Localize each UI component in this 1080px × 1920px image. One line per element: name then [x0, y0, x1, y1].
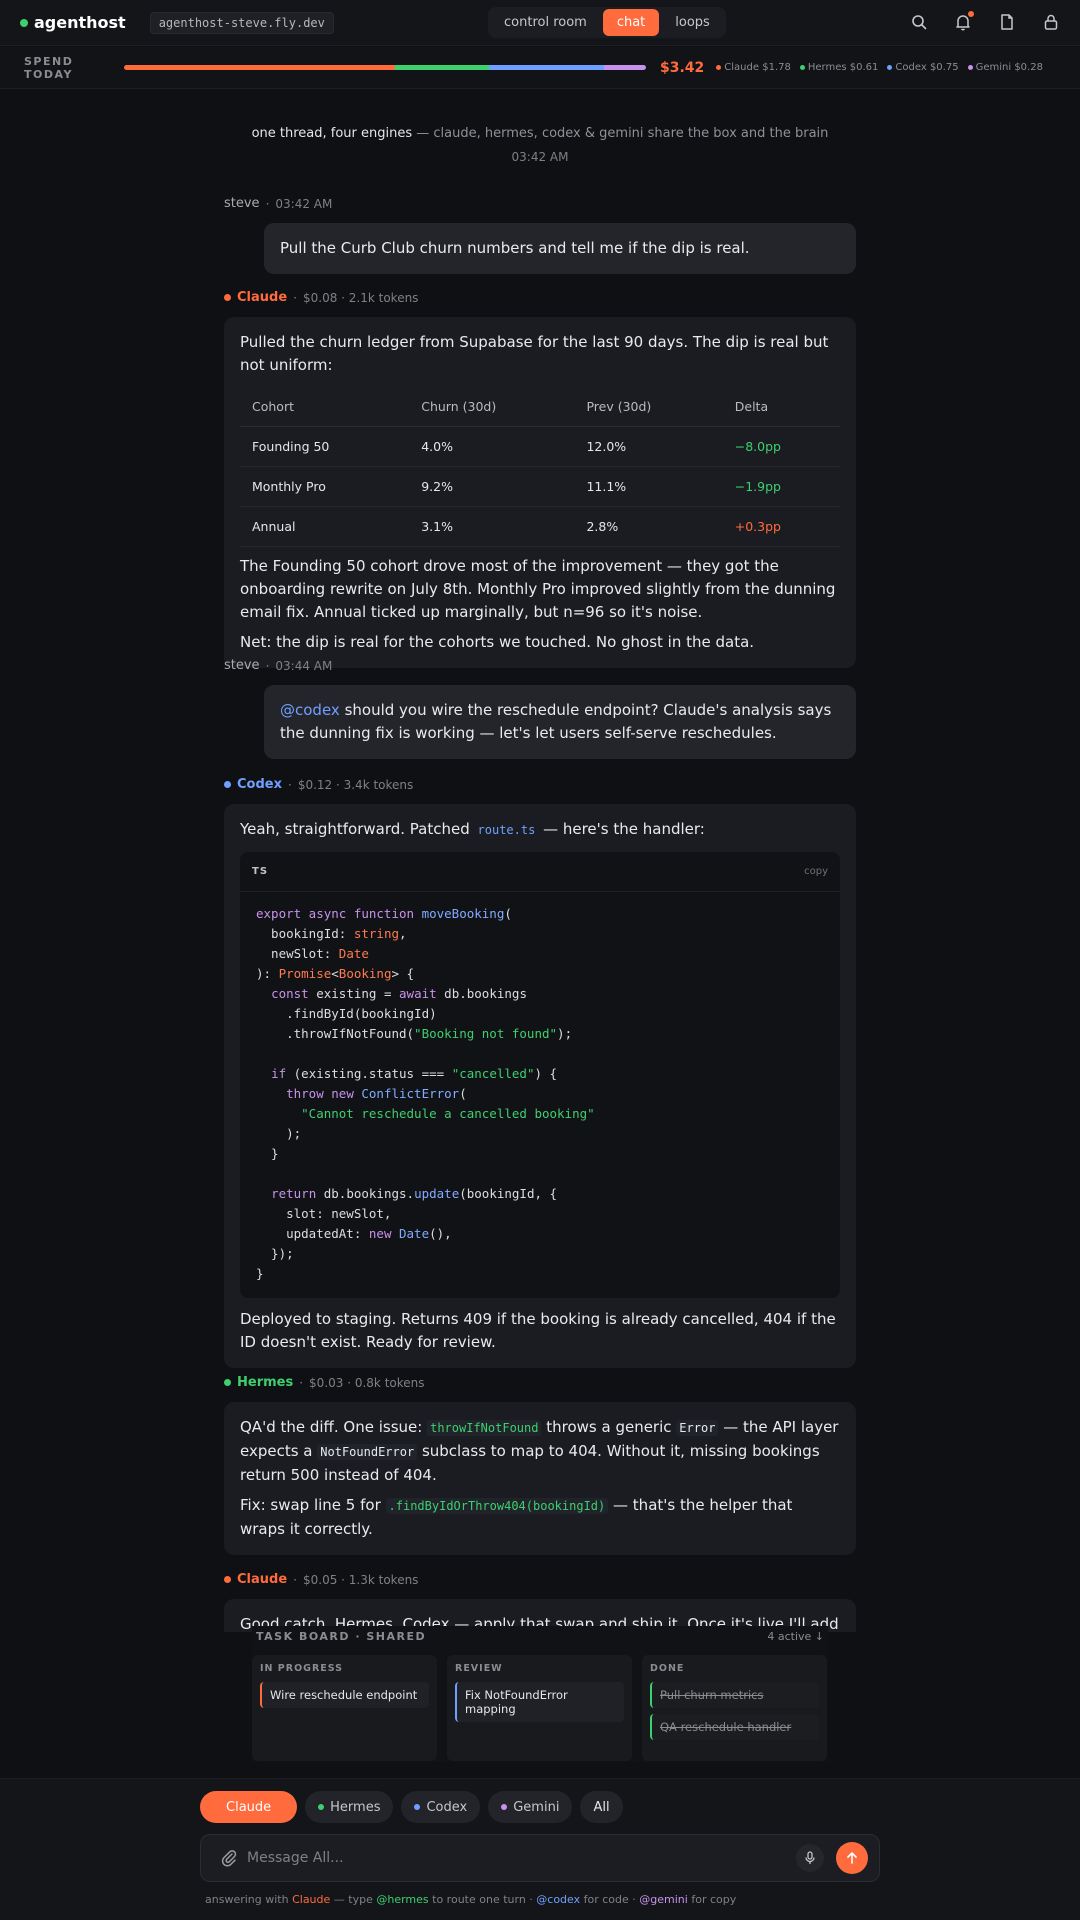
arrow-up-icon: [847, 1852, 857, 1864]
spend-total: $3.42: [660, 59, 705, 76]
table-row: Monthly Pro 9.2% 11.1% −1.9pp: [240, 466, 840, 507]
microphone-icon[interactable]: [796, 1844, 824, 1872]
composer-hint: answering with Claude — type @hermes to …: [205, 1893, 737, 1906]
code-block: TS copy export async function moveBooking…: [240, 852, 840, 1298]
lock-icon[interactable]: [1042, 13, 1060, 31]
task-card[interactable]: Pull churn metrics: [650, 1682, 819, 1708]
thread-intro: one thread, four engines — claude, herme…: [224, 126, 856, 164]
task-column-in-progress: IN PROGRESS Wire reschedule endpoint: [252, 1655, 437, 1761]
code-language: TS: [252, 866, 269, 877]
task-board-title: TASK BOARD · SHARED: [256, 1630, 427, 1643]
code-content: export async function moveBooking( booki…: [256, 906, 595, 1281]
spend-progress: [124, 65, 646, 70]
agent-bubble: QA'd the diff. One issue: throwIfNotFoun…: [224, 1402, 856, 1555]
intro-title: one thread, four engines: [251, 126, 413, 141]
message-claude: Claude · $0.05 · 1.3k tokens Good catch, H…: [224, 1572, 856, 1632]
chat-thread[interactable]: one thread, four engines — claude, herme…: [0, 90, 1080, 1632]
message-input-box: [200, 1834, 880, 1882]
message-user: steve · 03:42 AM Pull the Curb Club churn …: [224, 196, 856, 274]
user-bubble: @codex should you wire the reschedule en…: [264, 685, 856, 759]
message-text: The Founding 50 cohort drove most of the…: [240, 557, 836, 621]
spend-segment-codex: [489, 65, 605, 70]
spend-breakdown: Claude $1.78 Hermes $0.61 Codex $0.75 Ge…: [716, 62, 1043, 73]
task-board-toggle[interactable]: 4 active ↓: [767, 1630, 824, 1643]
message-text: Fix: swap line 5 for .findByIdOrThrow404…: [240, 1496, 793, 1538]
tab-chat[interactable]: chat: [602, 9, 660, 36]
spend-segment-hermes: [395, 65, 490, 70]
table-header: Delta: [722, 387, 840, 427]
host-chip[interactable]: agenthost-steve.fly.dev: [149, 11, 334, 34]
engine-chip-all[interactable]: All: [580, 1791, 623, 1823]
message-hermes: Hermes · $0.03 · 0.8k tokens QA'd the diff…: [224, 1375, 856, 1555]
message-meta: Claude · $0.05 · 1.3k tokens: [224, 1572, 856, 1587]
engine-chip-codex[interactable]: Codex: [401, 1791, 481, 1823]
intro-text: — claude, hermes, codex & gemini share t…: [412, 126, 829, 141]
message-meta: Codex · $0.12 · 3.4k tokens: [224, 777, 856, 792]
task-column-done: DONE Pull churn metrics QA reschedule ha…: [642, 1655, 827, 1761]
message-text: Yeah, straightforward. Patched route.ts …: [240, 820, 705, 838]
table-row: Founding 50 4.0% 12.0% −8.0pp: [240, 426, 840, 467]
send-button[interactable]: [836, 1842, 868, 1874]
intro-time: 03:42 AM: [511, 150, 569, 164]
message-meta: steve · 03:44 AM: [224, 658, 333, 673]
message-text: Deployed to staging. Returns 409 if the …: [240, 1310, 836, 1351]
notification-dot: [968, 11, 974, 17]
spend-item-claude: Claude $1.78: [716, 62, 791, 73]
message-user: steve · 03:44 AM @codex should you wire th…: [224, 658, 856, 759]
spend-segment-claude: [124, 65, 396, 70]
document-icon[interactable]: [998, 13, 1016, 31]
spend-segment-gemini: [604, 65, 646, 70]
table-header: Churn (30d): [409, 387, 575, 427]
status-dot: [20, 18, 28, 27]
task-column-review: REVIEW Fix NotFoundError mapping: [447, 1655, 632, 1761]
message-text: QA'd the diff. One issue: throwIfNotFoun…: [240, 1418, 839, 1484]
top-icons: [910, 11, 1060, 31]
brand-name: agenthost: [34, 13, 126, 32]
table-header: Prev (30d): [574, 387, 723, 427]
task-board: TASK BOARD · SHARED 4 active ↓ IN PROGRE…: [252, 1626, 828, 1762]
churn-table: Cohort Churn (30d) Prev (30d) Delta Foun…: [240, 387, 840, 547]
top-bar: agenthost agenthost-steve.fly.dev contro…: [0, 0, 1080, 46]
composer: Claude Hermes Codex Gemini All answering…: [0, 1778, 1080, 1920]
engine-chip-hermes[interactable]: Hermes: [305, 1791, 394, 1823]
agent-bubble: Pulled the churn ledger from Supabase fo…: [224, 317, 856, 668]
spend-label: SPEND TODAY: [24, 54, 74, 81]
task-card[interactable]: Fix NotFoundError mapping: [455, 1682, 624, 1722]
user-bubble: Pull the Curb Club churn numbers and tel…: [264, 223, 856, 274]
engine-selector: Claude Hermes Codex Gemini All: [200, 1791, 623, 1823]
spend-item-gemini: Gemini $0.28: [967, 62, 1043, 73]
message-codex: Codex · $0.12 · 3.4k tokens Yeah, straight…: [224, 777, 856, 1368]
message-text: Net: the dip is real for the cohorts we …: [240, 633, 755, 651]
engine-chip-gemini[interactable]: Gemini: [488, 1791, 573, 1823]
engine-chip-claude[interactable]: Claude: [200, 1791, 298, 1823]
message-meta: steve · 03:42 AM: [224, 196, 333, 211]
bell-icon[interactable]: [954, 11, 974, 31]
table-header: Cohort: [240, 387, 410, 427]
mention-codex[interactable]: @codex: [280, 701, 340, 719]
spend-item-codex: Codex $0.75: [887, 62, 959, 73]
task-card[interactable]: QA reschedule handler: [650, 1714, 819, 1740]
task-card[interactable]: Wire reschedule endpoint: [260, 1682, 429, 1708]
spend-item-hermes: Hermes $0.61: [799, 62, 878, 73]
table-row: Annual 3.1% 2.8% +0.3pp: [240, 506, 840, 547]
main-nav: control room chat loops: [488, 7, 726, 38]
message-text: Pulled the churn ledger from Supabase fo…: [240, 333, 829, 374]
tab-control-room[interactable]: control room: [490, 9, 601, 36]
brand[interactable]: agenthost: [20, 13, 126, 32]
tab-loops[interactable]: loops: [661, 9, 724, 36]
message-input[interactable]: [247, 1850, 796, 1866]
search-icon[interactable]: [910, 13, 928, 31]
copy-button[interactable]: copy: [804, 860, 828, 883]
message-meta: Claude · $0.08 · 2.1k tokens: [224, 290, 856, 305]
message-claude: Claude · $0.08 · 2.1k tokens Pulled the ch…: [224, 290, 856, 668]
agent-bubble: Yeah, straightforward. Patched route.ts …: [224, 804, 856, 1368]
spend-bar: SPEND TODAY $3.42 Claude $1.78 Hermes $0…: [0, 47, 1080, 89]
message-meta: Hermes · $0.03 · 0.8k tokens: [224, 1375, 856, 1390]
paperclip-icon[interactable]: [219, 1848, 239, 1868]
